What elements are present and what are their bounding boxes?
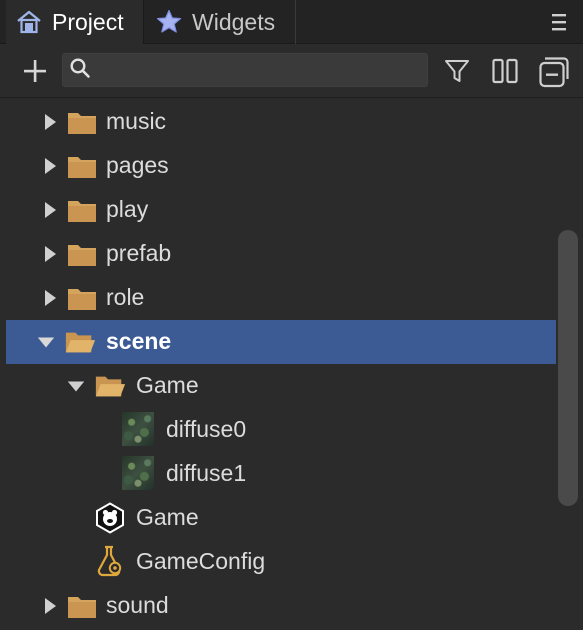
tab-widgets[interactable]: Widgets: [146, 0, 296, 44]
tree-item-label: music: [106, 108, 167, 134]
folder-icon: [66, 106, 98, 138]
split-view-button[interactable]: [488, 54, 522, 88]
expand-arrow-icon[interactable]: [40, 596, 60, 616]
split-view-icon: [492, 58, 518, 84]
expand-arrow-icon[interactable]: [40, 288, 60, 308]
plus-icon: [24, 60, 46, 82]
folder-icon: [66, 238, 98, 270]
tree-item-diffuse1[interactable]: diffuse1: [6, 452, 556, 496]
tree-item-label: diffuse0: [166, 416, 247, 442]
tab-project[interactable]: Project: [6, 0, 144, 44]
star-icon: [154, 7, 184, 37]
tree-item-gameconfig[interactable]: GameConfig: [6, 540, 556, 584]
project-tree: music pages play prefab role scene Game …: [6, 100, 556, 630]
search-icon: [69, 57, 91, 84]
folder-icon: [66, 282, 98, 314]
tree-item-label: role: [106, 284, 145, 310]
expand-arrow-icon[interactable]: [40, 244, 60, 264]
hamburger-icon: [552, 14, 566, 31]
collapse-all-button[interactable]: [536, 54, 572, 90]
search-box[interactable]: [62, 53, 428, 87]
tree-item-label: Game: [136, 372, 199, 398]
tree-item-label: play: [106, 196, 149, 222]
collapse-all-icon: [539, 57, 569, 88]
expand-arrow-icon[interactable]: [40, 156, 60, 176]
folder-open-icon: [94, 370, 126, 402]
tree-item-pages[interactable]: pages: [6, 144, 556, 188]
expand-arrow-icon[interactable]: [40, 112, 60, 132]
tab-widgets-label: Widgets: [192, 8, 276, 35]
expand-arrow-icon[interactable]: [40, 200, 60, 220]
tab-project-label: Project: [52, 8, 124, 35]
tree-item-game-folder[interactable]: Game: [6, 364, 556, 408]
scene-icon: [94, 502, 126, 534]
panel-menu-button[interactable]: [547, 10, 571, 34]
tree-item-label: sound: [106, 592, 169, 618]
tree-item-label: GameConfig: [136, 548, 266, 574]
tree-item-role[interactable]: role: [6, 276, 556, 320]
tree-item-label: prefab: [106, 240, 172, 266]
filter-icon: [445, 60, 469, 82]
config-flask-icon: [94, 545, 126, 577]
search-input[interactable]: [97, 59, 427, 81]
folder-icon: [66, 150, 98, 182]
scrollbar-thumb[interactable]: [558, 230, 578, 506]
folder-icon: [66, 590, 98, 622]
tree-item-sound[interactable]: sound: [6, 584, 556, 628]
tab-bar: Project Widgets: [0, 0, 583, 44]
tree-item-game-scene[interactable]: Game: [6, 496, 556, 540]
tree-item-label: pages: [106, 152, 169, 178]
add-button[interactable]: [20, 56, 50, 86]
toolbar: [0, 44, 583, 98]
tree-item-play[interactable]: play: [6, 188, 556, 232]
house-icon: [14, 7, 44, 37]
folder-icon: [66, 194, 98, 226]
texture-thumbnail-icon: [122, 456, 154, 490]
tree-item-prefab[interactable]: prefab: [6, 232, 556, 276]
tree-item-diffuse0[interactable]: diffuse0: [6, 408, 556, 452]
tree-item-label: scene: [106, 328, 172, 354]
tree-item-label: diffuse1: [166, 460, 247, 486]
tree-item-music[interactable]: music: [6, 100, 556, 144]
tree-item-scene[interactable]: scene: [6, 320, 556, 364]
folder-open-icon: [64, 326, 96, 358]
collapse-arrow-icon[interactable]: [36, 332, 56, 352]
texture-thumbnail-icon: [122, 412, 154, 446]
filter-button[interactable]: [440, 54, 474, 88]
tree-item-label: Game: [136, 504, 199, 530]
collapse-arrow-icon[interactable]: [66, 376, 86, 396]
